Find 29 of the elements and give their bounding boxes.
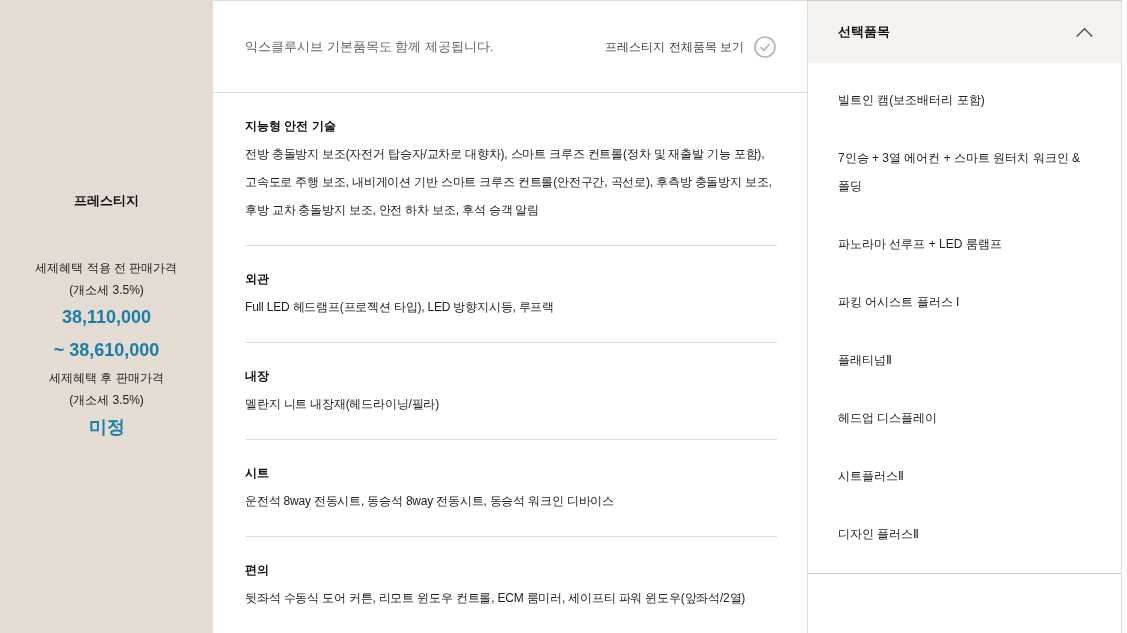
option-item: 파노라마 선루프 + LED 룸램프 xyxy=(837,236,1003,253)
options-header[interactable]: 선택품목 xyxy=(808,1,1121,63)
option-item: 시트플러스Ⅱ xyxy=(837,468,905,485)
option-item: 헤드업 디스플레이 xyxy=(837,410,939,427)
section-text: 멜란지 니트 내장재(헤드라이닝/필라) xyxy=(245,396,440,413)
price-value: 38,110,000 xyxy=(61,305,152,329)
option-item: 7인승 + 3열 에어컨 + 스마트 원터치 워크인 & 폴딩 xyxy=(837,150,1082,195)
option-item: 파킹 어시스트 플러스 I xyxy=(837,294,961,311)
price-value: 미정 xyxy=(88,415,125,439)
section-title: 시트 xyxy=(245,465,270,482)
trim-name: 프레스티지 xyxy=(74,191,139,210)
section-text: 전방 충돌방지 보조(자전거 탑승자/교차로 대향차), 스마트 크루즈 컨트롤(정차 및 재출발 기능 포함), 고속도로 주행 보조, 내비게이션 기반 스마트 크루즈 컨트롤(안전구간, 곡선로), 후측방 충돌방지 보조, 후방 교차 충돌방지 보조, 안전 하차 보조, 후석 승객 알림 xyxy=(245,146,773,219)
section-text: Full LED 헤드램프(프로젝션 타입), LED 방향지시등, 루프랙 xyxy=(245,299,556,316)
notice-text: 익스클루시브 기본품목도 함께 제공됩니다. xyxy=(245,37,494,56)
price-label: 세제혜택 후 판매가격 xyxy=(49,369,164,387)
section-title: 편의 xyxy=(245,562,270,579)
price-label: 세제혜택 적용 전 판매가격 xyxy=(35,259,178,277)
section-text: 운전석 8way 전동시트, 동승석 8way 전동시트, 동승석 워크인 디바이스 xyxy=(245,493,615,510)
option-item: 플래티넘Ⅱ xyxy=(837,352,893,369)
section-title: 내장 xyxy=(245,368,270,385)
tax-note: (개소세 3.5%) xyxy=(69,281,144,299)
tax-note: (개소세 3.5%) xyxy=(69,391,144,409)
option-item: 디자인 플러스Ⅱ xyxy=(837,526,921,543)
section-title: 지능형 안전 기술 xyxy=(245,118,337,135)
option-item: 빌트인 캠(보조배터리 포함) xyxy=(837,92,986,109)
view-all-link[interactable]: 프레스티지 전체품목 보기 xyxy=(605,35,776,58)
price-value: ~ 38,610,000 xyxy=(53,338,160,362)
section-text: 뒷좌석 수동식 도어 커튼, 리모트 윈도우 컨트롤, ECM 룸미러, 세이프티 파워 윈도우(앞좌석/2열) xyxy=(245,590,747,607)
section-title: 외관 xyxy=(245,271,270,288)
